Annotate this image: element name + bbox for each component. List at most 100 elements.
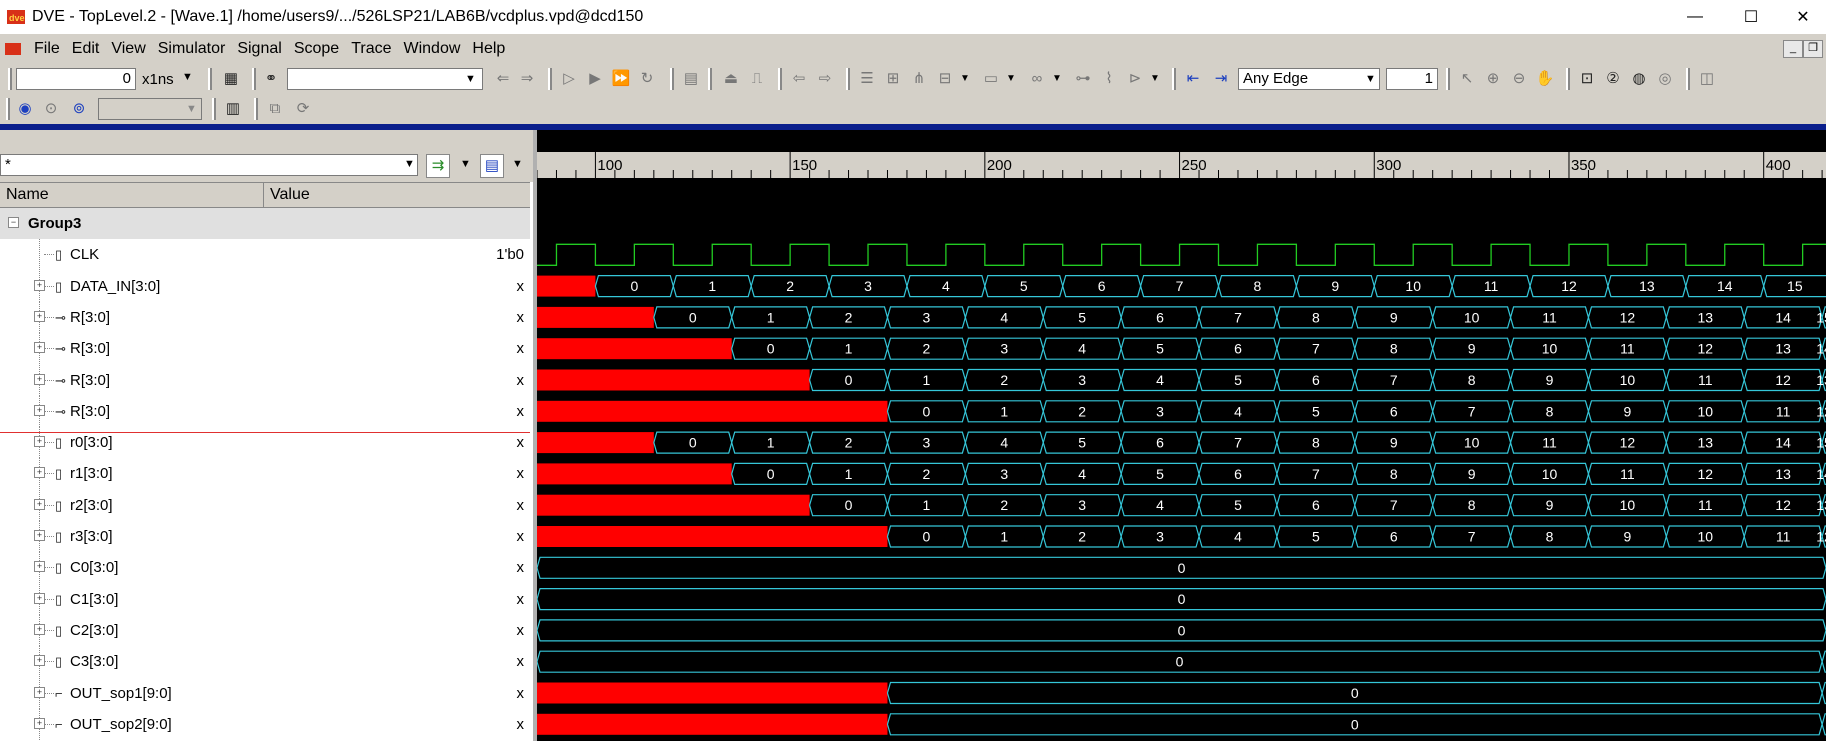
chevron-down-icon[interactable]: ▼: [512, 158, 523, 170]
window-icon[interactable]: ▭: [980, 68, 1002, 90]
menu-window[interactable]: Window: [404, 40, 461, 58]
collapse-icon[interactable]: −: [8, 217, 19, 228]
expand-icon[interactable]: +: [34, 561, 45, 573]
chevron-down-icon[interactable]: ▼: [186, 103, 197, 115]
mdi-minimize-button[interactable]: _: [1783, 40, 1803, 58]
binoculars-icon[interactable]: ⚭: [260, 68, 282, 90]
pan-icon[interactable]: ✋: [1534, 68, 1556, 90]
zoom-out-icon[interactable]: ⊖: [1508, 68, 1530, 90]
signal-row[interactable]: + ▯ C0[3:0] x: [0, 552, 530, 584]
signal-list-icon[interactable]: ▥: [222, 98, 244, 120]
chevron-down-icon[interactable]: ▼: [1006, 73, 1016, 84]
expand-icon[interactable]: +: [34, 623, 45, 635]
expand-icon[interactable]: +: [34, 279, 45, 291]
signal-row[interactable]: + ▯ C2[3:0] x: [0, 614, 530, 646]
expand-icon[interactable]: +: [34, 592, 45, 604]
menu-help[interactable]: Help: [472, 40, 505, 58]
full-view-icon[interactable]: ◫: [1696, 68, 1718, 90]
toolbar-grip[interactable]: [252, 68, 256, 90]
next-icon[interactable]: ▶: [584, 68, 606, 90]
edge-count-input[interactable]: 1: [1386, 68, 1438, 90]
search-input[interactable]: [287, 68, 483, 90]
minimize-button[interactable]: —: [1672, 0, 1718, 34]
toolbar-grip[interactable]: [254, 98, 258, 120]
waveform-canvas[interactable]: 100 150 200 250 300 350 4000 1 2 3 4 5 6 7 8 9 10 11 12 13 1…: [537, 130, 1826, 741]
signal-row[interactable]: ▯ CLK 1'b0: [0, 239, 530, 271]
menu-scope[interactable]: Scope: [294, 40, 339, 58]
time-unit-select[interactable]: x1ns: [142, 71, 174, 88]
expand-icon[interactable]: +: [34, 655, 45, 667]
save-icon[interactable]: ▤: [680, 68, 702, 90]
name-column-header[interactable]: Name: [6, 186, 49, 204]
toolbar-grip[interactable]: [1172, 68, 1176, 90]
toolbar-grip[interactable]: [708, 68, 712, 90]
back-icon[interactable]: ⇦: [788, 68, 810, 90]
signal-row[interactable]: + ▯ r2[3:0] x: [0, 489, 530, 521]
chevron-down-icon[interactable]: ▼: [1365, 73, 1376, 85]
next-edge-icon[interactable]: ⇥: [1210, 68, 1232, 90]
signal-filter-icon[interactable]: ⇉: [426, 154, 450, 178]
signal-row[interactable]: + ⊸ R[3:0] x: [0, 364, 530, 396]
menu-file[interactable]: File: [34, 40, 60, 58]
waveform-view[interactable]: 100 150 200 250 300 350 400 0 1 2 3 4 5 6 7 8 9 10 11 12 13 1…: [537, 130, 1826, 741]
trace-icon[interactable]: ⌇: [1098, 68, 1120, 90]
signal-row[interactable]: + ▯ r3[3:0] x: [0, 521, 530, 552]
group-row[interactable]: − Group3: [0, 208, 530, 239]
expand-icon[interactable]: +: [34, 467, 45, 479]
signal-row[interactable]: + ⊸ R[3:0] x: [0, 395, 530, 427]
toolbar-grip[interactable]: [670, 68, 674, 90]
load-icon[interactable]: ⊳: [1124, 68, 1146, 90]
expand-icon[interactable]: +: [34, 686, 45, 698]
toolbar-grip[interactable]: [8, 68, 12, 90]
menu-edit[interactable]: Edit: [72, 40, 100, 58]
signal-row[interactable]: + ⌐ OUT_sop1[9:0] x: [0, 677, 530, 709]
close-button[interactable]: ✕: [1780, 0, 1826, 34]
menu-trace[interactable]: Trace: [351, 40, 391, 58]
dve-menu-icon[interactable]: [4, 41, 22, 57]
upload-icon[interactable]: ⏏: [720, 68, 742, 90]
glasses-icon[interactable]: ∞: [1026, 68, 1048, 90]
find-prev-icon[interactable]: ⇐: [492, 68, 514, 90]
toolbar-grip[interactable]: [548, 68, 552, 90]
marker-icon[interactable]: ⊚: [68, 98, 90, 120]
zoom-half-icon[interactable]: ◍: [1628, 68, 1650, 90]
chevron-down-icon[interactable]: ▼: [960, 73, 970, 84]
waveform-search-icon[interactable]: ▦: [220, 68, 242, 90]
expand-icon[interactable]: +: [34, 498, 45, 510]
refresh-icon[interactable]: ⟳: [292, 98, 314, 120]
forward-icon[interactable]: ⇨: [814, 68, 836, 90]
chevron-down-icon[interactable]: ▼: [182, 71, 193, 83]
chevron-down-icon[interactable]: ▼: [460, 158, 471, 170]
expand-icon[interactable]: +: [34, 373, 45, 385]
toolbar-grip[interactable]: [6, 98, 10, 120]
hierarchy-icon[interactable]: ⊞: [882, 68, 904, 90]
restart-icon[interactable]: ↻: [636, 68, 658, 90]
find-next-icon[interactable]: ⇒: [516, 68, 538, 90]
mdi-restore-button[interactable]: ❐: [1803, 40, 1823, 58]
expand-icon[interactable]: +: [34, 436, 45, 448]
toolbar-grip[interactable]: [208, 68, 212, 90]
zoom-fit-icon[interactable]: ⊡: [1576, 68, 1598, 90]
expand-icon[interactable]: +: [34, 530, 45, 541]
driver-icon[interactable]: ⊶: [1072, 68, 1094, 90]
download-icon[interactable]: ⎍: [746, 68, 768, 90]
chevron-down-icon[interactable]: ▼: [404, 158, 415, 170]
list-icon[interactable]: ☰: [856, 68, 878, 90]
toolbar-grip[interactable]: [212, 98, 216, 120]
zoom-2-icon[interactable]: ②: [1602, 68, 1624, 90]
filter-input[interactable]: *: [0, 154, 418, 176]
signal-row[interactable]: + ▯ DATA_IN[3:0] x: [0, 270, 530, 302]
display-options-icon[interactable]: ▤: [480, 154, 504, 178]
value-column-header[interactable]: Value: [270, 186, 310, 204]
signal-row[interactable]: + ▯ C1[3:0] x: [0, 583, 530, 615]
tree-icon[interactable]: ⋔: [908, 68, 930, 90]
menu-signal[interactable]: Signal: [237, 40, 281, 58]
signal-row[interactable]: + ⊸ R[3:0] x: [0, 333, 530, 365]
chevron-down-icon[interactable]: ▼: [465, 73, 476, 85]
chevron-down-icon[interactable]: ▼: [1150, 73, 1160, 84]
signal-row[interactable]: + ▯ r1[3:0] x: [0, 458, 530, 490]
go-forward-icon[interactable]: ⊙: [40, 98, 62, 120]
signal-row[interactable]: + ▯ C3[3:0] x: [0, 646, 530, 678]
zoom-in-icon[interactable]: ⊕: [1482, 68, 1504, 90]
cursor-icon[interactable]: ↖: [1456, 68, 1478, 90]
